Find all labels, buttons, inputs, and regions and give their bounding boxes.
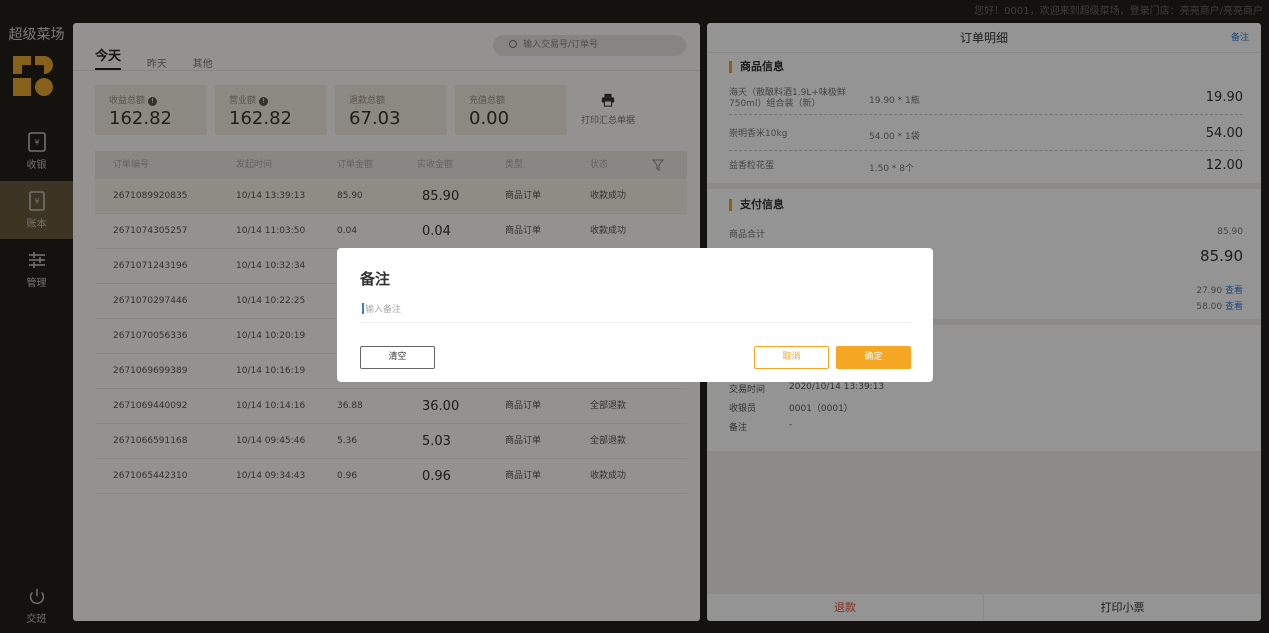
confirm-button[interactable]: 确定 (836, 346, 911, 369)
note-placeholder: 输入备注 (365, 305, 402, 315)
clear-button[interactable]: 清空 (360, 346, 435, 369)
dialog-title: 备注 (360, 270, 391, 288)
text-caret (362, 303, 364, 314)
cancel-button[interactable]: 取消 (754, 346, 829, 369)
note-input[interactable]: 输入备注 (360, 303, 910, 323)
note-dialog: 备注 输入备注 清空 取消 确定 (337, 248, 933, 382)
